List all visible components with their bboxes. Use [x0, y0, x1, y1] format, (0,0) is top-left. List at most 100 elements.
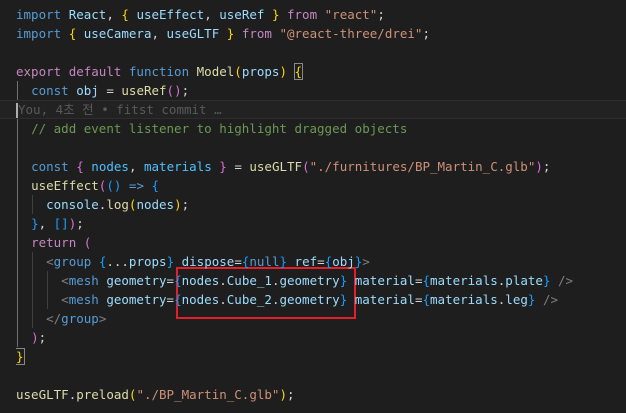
punctuation-token [287, 254, 295, 269]
code-line[interactable] [16, 43, 616, 62]
bracket-token: { [76, 159, 84, 174]
bracket-token: ( [83, 235, 92, 250]
punctuation-token [16, 254, 46, 269]
bracket-token: ) [174, 197, 182, 212]
code-line[interactable]: }, []); [16, 214, 616, 233]
punctuation-token: ; [286, 387, 295, 402]
punctuation-token [16, 235, 31, 250]
tag-punctuation-token: < [61, 273, 69, 288]
punctuation-token [16, 159, 31, 174]
code-line[interactable] [16, 366, 616, 385]
bracket-token: ) [279, 387, 287, 402]
code-line[interactable]: export default function Model(props) { [16, 62, 616, 81]
punctuation-token [121, 178, 129, 193]
function-token: useGLTF [16, 387, 69, 402]
identifier-token: leg [505, 292, 528, 307]
identifier-token: obj [76, 83, 99, 98]
control-keyword-token: default [68, 64, 122, 79]
function-token: useRef [121, 83, 167, 98]
punctuation-token [16, 292, 61, 307]
code-line[interactable]: const { nodes, materials } = useGLTF("./… [16, 157, 616, 176]
matched-bracket-token: } [16, 348, 25, 365]
punctuation-token [61, 7, 69, 22]
punctuation-token: ; [76, 216, 84, 231]
code-line[interactable]: console.log(nodes); [16, 195, 616, 214]
tag-punctuation-token: /> [558, 273, 574, 288]
punctuation-token [16, 273, 61, 288]
control-keyword-token: from [287, 7, 318, 22]
identifier-token: Cube_2 [226, 292, 272, 307]
bracket-token: } [219, 159, 227, 174]
punctuation-token: , [106, 7, 122, 22]
attribute-token: geometry [106, 292, 167, 307]
bracket-token: ) [535, 159, 543, 174]
code-editor[interactable]: import React, { useEffect, useRef } from… [0, 0, 626, 413]
code-line[interactable]: <mesh geometry={nodes.Cube_1.geometry} m… [16, 271, 616, 290]
bracket-token: { [121, 7, 129, 22]
punctuation-token [16, 216, 31, 231]
bracket-token: { [151, 178, 160, 193]
tag-token: mesh [68, 292, 99, 307]
punctuation-token [287, 64, 295, 79]
bracket-token: ( [302, 159, 310, 174]
bracket-token: ) [31, 330, 39, 345]
identifier-token: props [128, 254, 167, 269]
bracket-token: { [174, 292, 182, 307]
bracket-token: ) [279, 64, 287, 79]
code-line[interactable]: } [16, 347, 616, 366]
identifier-token: obj [332, 254, 355, 269]
identifier-token: console [46, 197, 99, 212]
code-line[interactable]: </group> [16, 309, 616, 328]
tag-punctuation-token: </ [46, 311, 62, 326]
constant-token: nodes [91, 159, 129, 174]
code-line[interactable]: import React, { useEffect, useRef } from… [16, 5, 616, 24]
comment-token: // add event listener to highlight dragg… [31, 121, 408, 136]
punctuation-token: , [128, 159, 144, 174]
punctuation-token: . [219, 292, 227, 307]
control-keyword-token: export [16, 64, 62, 79]
punctuation-token [535, 292, 543, 307]
code-line[interactable]: const obj = useRef(); [16, 81, 616, 100]
function-token: preload [76, 387, 129, 402]
identifier-token: useRef [219, 7, 265, 22]
punctuation-token: ; [181, 197, 190, 212]
code-line[interactable]: return ( [16, 233, 616, 252]
tag-token: group [53, 254, 92, 269]
bracket-token: [] [53, 216, 69, 231]
punctuation-token: , [38, 216, 54, 231]
punctuation-token [317, 7, 325, 22]
function-token: useEffect [31, 178, 99, 193]
string-token: "react" [324, 7, 378, 22]
punctuation-token [347, 292, 355, 307]
code-line[interactable]: <mesh geometry={nodes.Cube_2.geometry} m… [16, 290, 616, 309]
punctuation-token [550, 273, 558, 288]
punctuation-token: = [226, 159, 250, 174]
punctuation-token [16, 83, 31, 98]
identifier-token: geometry [279, 292, 340, 307]
bracket-token: } [166, 254, 175, 269]
identifier-token: Cube_1 [226, 273, 272, 288]
bracket-token: () [106, 178, 122, 193]
keyword-token: => [128, 178, 144, 193]
code-line[interactable]: useGLTF.preload("./BP_Martin_C.glb"); [16, 385, 616, 404]
punctuation-token: ; [422, 26, 430, 41]
identifier-token: props [241, 64, 280, 79]
punctuation-token: ; [38, 330, 47, 345]
code-line-active[interactable]: You, 4초 전 • fitst commit … [0, 100, 626, 119]
punctuation-token: ; [377, 7, 385, 22]
code-line[interactable]: // add event listener to highlight dragg… [16, 119, 616, 138]
identifier-token: geometry [279, 273, 340, 288]
punctuation-token [234, 26, 242, 41]
punctuation-token: . [219, 273, 227, 288]
identifier-token: nodes [181, 273, 220, 288]
punctuation-token: = [234, 254, 242, 269]
code-line[interactable]: useEffect(() => { [16, 176, 616, 195]
code-line[interactable]: import { useCamera, useGLTF } from "@rea… [16, 24, 616, 43]
control-keyword-token: from [241, 26, 272, 41]
code-line[interactable]: <group {...props} dispose={null} ref={ob… [16, 252, 616, 271]
code-line[interactable]: ); [16, 328, 616, 347]
keyword-token: function [128, 64, 190, 79]
code-line[interactable] [16, 138, 616, 157]
matched-bracket-token: { [293, 63, 304, 80]
punctuation-token [279, 7, 287, 22]
